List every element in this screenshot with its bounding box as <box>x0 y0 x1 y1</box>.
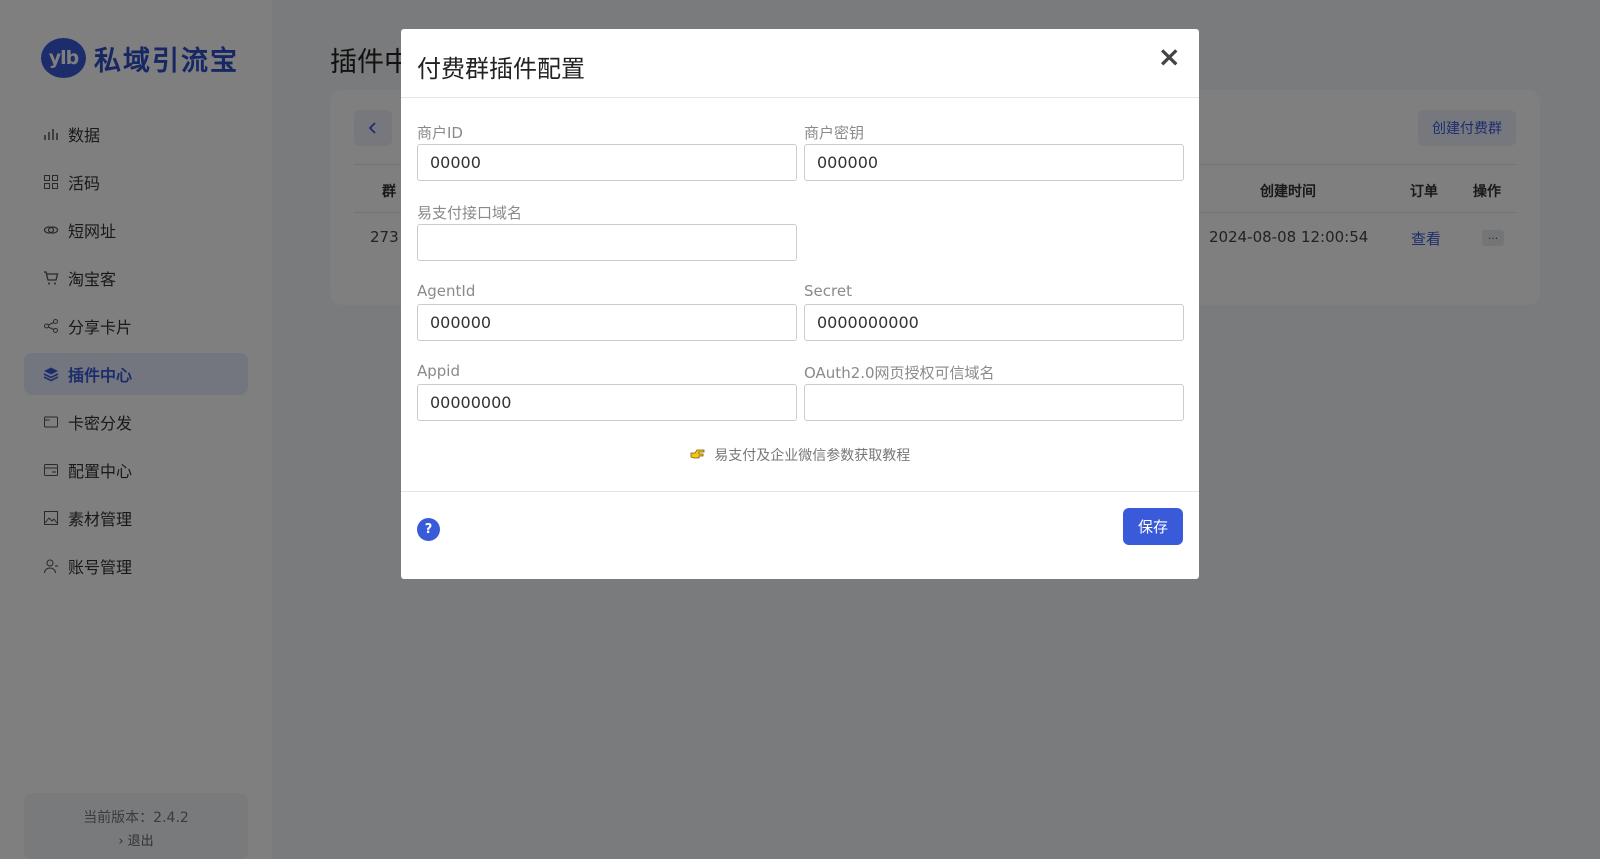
tutorial-link[interactable]: 易支付及企业微信参数获取教程 <box>401 445 1199 465</box>
paid-group-config-modal: 付费群插件配置 × 商户ID 商户密钥 易支付接口域名 AgentId Secr… <box>401 29 1199 579</box>
agent-id-input[interactable] <box>417 304 797 341</box>
merchant-key-label: 商户密钥 <box>804 124 865 142</box>
merchant-id-label: 商户ID <box>417 124 463 142</box>
agent-id-label: AgentId <box>417 282 476 300</box>
appid-input[interactable] <box>417 384 797 421</box>
secret-input[interactable] <box>804 304 1184 341</box>
save-button[interactable]: 保存 <box>1123 508 1183 545</box>
pay-domain-input[interactable] <box>417 224 797 261</box>
close-icon[interactable]: × <box>1158 43 1181 71</box>
pay-domain-label: 易支付接口域名 <box>417 204 523 222</box>
merchant-key-input[interactable] <box>804 144 1184 181</box>
modal-title: 付费群插件配置 <box>417 55 585 83</box>
secret-label: Secret <box>804 282 852 300</box>
pointing-hand-icon <box>690 448 710 464</box>
modal-header: 付费群插件配置 × <box>401 29 1199 98</box>
modal-footer-divider <box>401 491 1199 492</box>
appid-label: Appid <box>417 362 460 380</box>
merchant-id-input[interactable] <box>417 144 797 181</box>
tutorial-text: 易支付及企业微信参数获取教程 <box>714 448 911 464</box>
oauth-domain-input[interactable] <box>804 384 1184 421</box>
help-icon[interactable]: ? <box>417 518 440 541</box>
oauth-domain-label: OAuth2.0网页授权可信域名 <box>804 364 995 382</box>
